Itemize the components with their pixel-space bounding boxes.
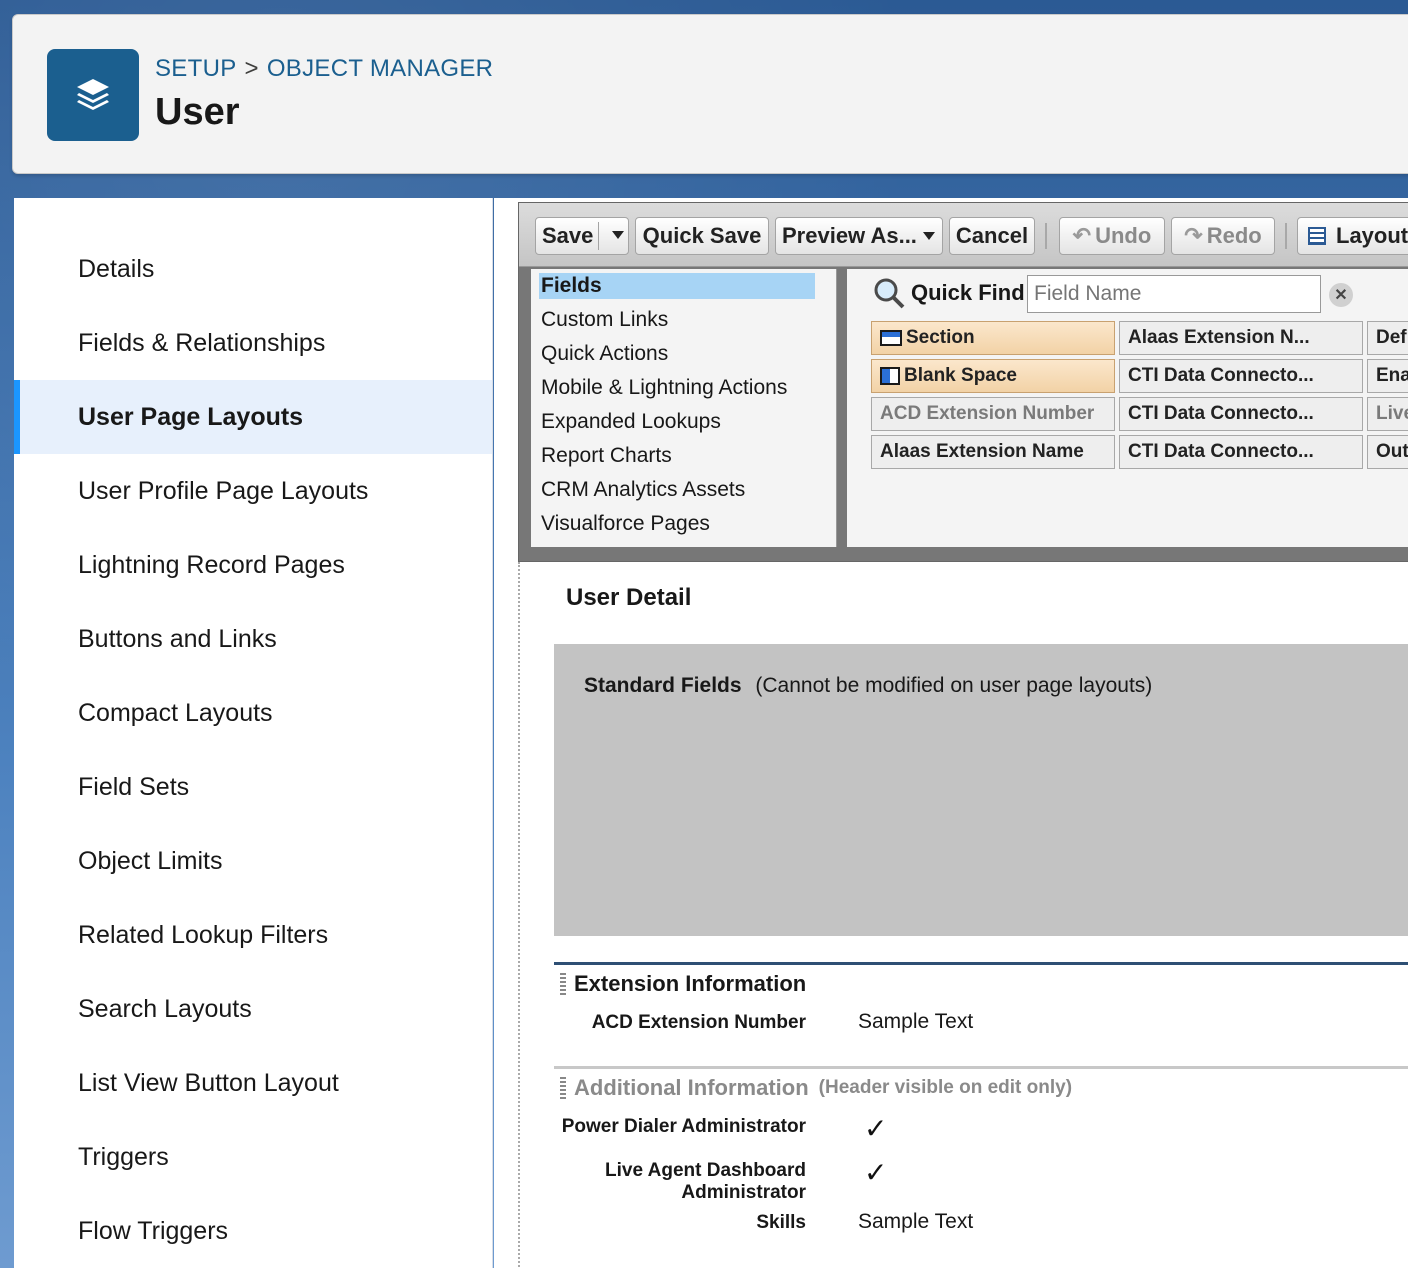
sidebar-item-buttons-and-links[interactable]: Buttons and Links (14, 602, 492, 676)
field-chip[interactable]: Ena (1367, 359, 1408, 393)
layout-properties-label: Layout (1336, 223, 1408, 248)
layers-icon (47, 49, 139, 141)
field-chip[interactable]: CTI Data Connecto... (1119, 435, 1363, 469)
field-value: Sample Text (858, 1010, 974, 1033)
sidebar-item-object-limits[interactable]: Object Limits (14, 824, 492, 898)
standard-fields-label: Standard Fields (584, 674, 742, 697)
preview-as-dropdown-icon (922, 232, 935, 240)
drag-handle-icon[interactable] (560, 1076, 566, 1099)
breadcrumb: SETUP > OBJECT MANAGER (155, 55, 493, 83)
sidebar-item-flow-triggers[interactable]: Flow Triggers (14, 1194, 492, 1268)
sidebar-item-related-lookup-filters[interactable]: Related Lookup Filters (14, 898, 492, 972)
standard-fields-heading: Standard Fields (Cannot be modified on u… (584, 674, 1152, 698)
field-value: Sample Text (858, 1210, 974, 1233)
palette-fields: Quick Find ✕ Section Blank Space ACD Ext… (847, 269, 1408, 547)
category-crm-analytics-assets[interactable]: CRM Analytics Assets (539, 477, 815, 503)
category-report-charts[interactable]: Report Charts (539, 443, 815, 469)
field-label-line: Live Agent Dashboard (605, 1160, 806, 1181)
undo-icon: ↶ (1072, 223, 1092, 248)
category-fields[interactable]: Fields (539, 273, 815, 299)
sidebar: Details Fields & Relationships User Page… (14, 198, 493, 1268)
page-title: User (155, 91, 240, 133)
redo-icon: ↷ (1184, 223, 1203, 248)
field-chip[interactable]: CTI Data Connecto... (1119, 359, 1363, 393)
category-expanded-lookups[interactable]: Expanded Lookups (539, 409, 815, 435)
layout-properties-button[interactable]: Layout (1297, 217, 1408, 255)
palette-categories: Fields Custom Links Quick Actions Mobile… (531, 269, 837, 547)
breadcrumb-object-manager-link[interactable]: OBJECT MANAGER (267, 55, 493, 82)
drag-handle-icon[interactable] (560, 972, 566, 995)
toolbar-separator (1045, 223, 1047, 249)
section-name: Extension Information (574, 970, 807, 996)
save-divider (598, 222, 599, 250)
field-label[interactable]: Power Dialer Administrator (562, 1116, 806, 1138)
quick-save-button[interactable]: Quick Save (635, 217, 769, 255)
redo-label: Redo (1206, 223, 1262, 248)
field-chip-section[interactable]: Section (871, 321, 1115, 355)
standard-fields-section: Standard Fields (Cannot be modified on u… (554, 644, 1408, 936)
magnifier-icon (874, 278, 905, 309)
checkmark-icon: ✓ (864, 1157, 888, 1188)
cancel-button[interactable]: Cancel (949, 217, 1035, 255)
quick-find: Quick Find (873, 277, 1025, 309)
save-button[interactable]: Save (535, 217, 629, 255)
sidebar-item-list-view-button-layout[interactable]: List View Button Layout (14, 1046, 492, 1120)
sidebar-item-triggers[interactable]: Triggers (14, 1120, 492, 1194)
standard-fields-note: (Cannot be modified on user page layouts… (755, 674, 1153, 697)
object-header: SETUP > OBJECT MANAGER User (12, 14, 1408, 174)
field-chip[interactable]: ACD Extension Number (871, 397, 1115, 431)
checkmark-icon: ✓ (864, 1113, 888, 1144)
layout-palette: Save Quick Save Preview As... Cancel ↶ U… (518, 202, 1408, 562)
sidebar-item-compact-layouts[interactable]: Compact Layouts (14, 676, 492, 750)
field-label-line: Administrator (681, 1182, 806, 1203)
category-quick-actions[interactable]: Quick Actions (539, 341, 815, 367)
sidebar-item-lightning-record-pages[interactable]: Lightning Record Pages (14, 528, 492, 602)
quick-find-input[interactable] (1027, 275, 1321, 313)
preview-as-button[interactable]: Preview As... (775, 217, 943, 255)
save-button-label: Save (542, 223, 594, 248)
category-visualforce-pages[interactable]: Visualforce Pages (539, 511, 815, 537)
section-name: Additional Information (574, 1074, 809, 1100)
sidebar-item-user-page-layouts[interactable]: User Page Layouts (14, 380, 492, 454)
section-note: (Header visible on edit only) (818, 1076, 1073, 1098)
sidebar-item-field-sets[interactable]: Field Sets (14, 750, 492, 824)
field-chip[interactable]: Def (1367, 321, 1408, 355)
toolbar-separator (1285, 223, 1287, 249)
redo-button[interactable]: ↷ Redo (1171, 217, 1275, 255)
quick-find-label: Quick Find (911, 280, 1025, 305)
field-chip[interactable]: Out (1367, 435, 1408, 469)
field-chip[interactable]: Live (1367, 397, 1408, 431)
main-content: Save Quick Save Preview As... Cancel ↶ U… (494, 198, 1408, 1268)
sidebar-item-fields-relationships[interactable]: Fields & Relationships (14, 306, 492, 380)
breadcrumb-separator: > (244, 55, 259, 82)
blank-space-icon (880, 367, 900, 385)
sidebar-item-details[interactable]: Details (14, 232, 492, 306)
save-dropdown-icon[interactable] (612, 231, 624, 239)
field-label[interactable]: ACD Extension Number (592, 1012, 806, 1034)
category-mobile-lightning-actions[interactable]: Mobile & Lightning Actions (539, 375, 815, 401)
field-chip[interactable]: Alaas Extension Name (871, 435, 1115, 469)
field-chip-blank-space[interactable]: Blank Space (871, 359, 1115, 393)
field-chip[interactable]: CTI Data Connecto... (1119, 397, 1363, 431)
field-label[interactable]: Live Agent Dashboard Administrator (605, 1160, 806, 1204)
section-extension-information[interactable]: Extension Information (554, 962, 1408, 1002)
category-custom-links[interactable]: Custom Links (539, 307, 815, 333)
detail-title: User Detail (566, 584, 692, 611)
sidebar-item-user-profile-page-layouts[interactable]: User Profile Page Layouts (14, 454, 492, 528)
undo-button[interactable]: ↶ Undo (1059, 217, 1165, 255)
section-additional-information[interactable]: Additional Information (Header visible o… (554, 1066, 1408, 1106)
section-icon (880, 330, 902, 346)
clear-search-icon[interactable]: ✕ (1329, 283, 1353, 307)
layout-canvas: User Detail Standard Fields (Cannot be m… (518, 562, 1408, 1268)
field-label[interactable]: Skills (756, 1212, 806, 1234)
field-chip-label: Blank Space (904, 365, 1017, 386)
field-chip-label: Section (906, 327, 975, 348)
sidebar-item-search-layouts[interactable]: Search Layouts (14, 972, 492, 1046)
preview-as-label: Preview As... (782, 223, 917, 248)
layout-toolbar: Save Quick Save Preview As... Cancel ↶ U… (519, 203, 1408, 267)
layout-properties-icon (1308, 227, 1326, 245)
breadcrumb-setup-link[interactable]: SETUP (155, 55, 237, 82)
undo-label: Undo (1095, 223, 1152, 248)
field-chip[interactable]: Alaas Extension N... (1119, 321, 1363, 355)
